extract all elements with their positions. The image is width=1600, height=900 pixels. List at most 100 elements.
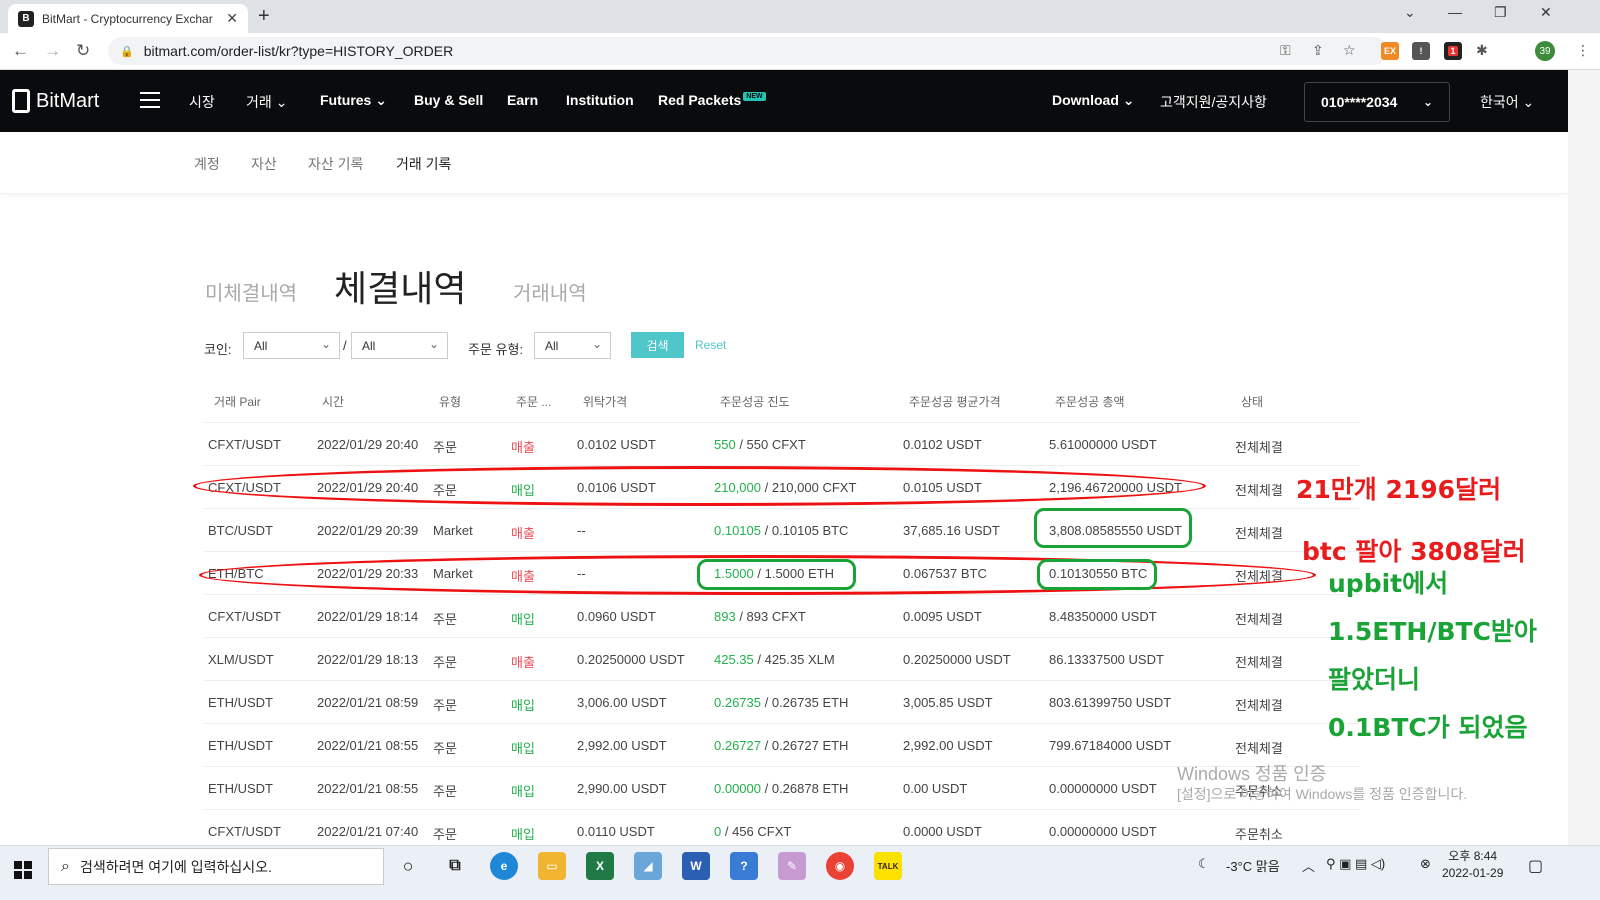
- subnav-asset-history[interactable]: 자산 기록: [308, 154, 363, 174]
- hamburger-menu-icon[interactable]: [140, 92, 160, 108]
- windows-start-icon[interactable]: [14, 861, 32, 879]
- ime-icon[interactable]: ⊗: [1420, 856, 1431, 872]
- nav-futures[interactable]: Futures ⌄: [320, 92, 387, 109]
- account-dropdown[interactable]: 010****2034 ⌄: [1304, 82, 1450, 122]
- task-view-icon[interactable]: ⧉: [441, 852, 469, 880]
- file-explorer-icon[interactable]: ▭: [538, 852, 566, 880]
- new-tab-button[interactable]: +: [258, 5, 270, 28]
- excel-icon[interactable]: X: [586, 852, 614, 880]
- tab-search-icon[interactable]: ⌄: [1404, 4, 1416, 21]
- quote-select[interactable]: All ⌄: [351, 332, 448, 359]
- puzzle-icon[interactable]: ✱: [1476, 42, 1488, 59]
- lock-icon: 🔒: [120, 45, 134, 58]
- taskbar-search-field[interactable]: ⌕ 검색하려면 여기에 입력하십시오.: [48, 848, 384, 885]
- cell-side: 매출: [511, 655, 535, 670]
- url-text: bitmart.com/order-list/kr?type=HISTORY_O…: [143, 43, 454, 59]
- extension-info-icon[interactable]: !: [1412, 42, 1430, 60]
- weather-text[interactable]: -3°C 맑음: [1226, 856, 1280, 875]
- col-header-pair: 거래 Pair: [214, 395, 261, 409]
- annotation-note: 21만개 2196달러: [1296, 475, 1502, 504]
- logo-text: BitMart: [36, 89, 100, 112]
- subnav-assets[interactable]: 자산: [251, 154, 277, 174]
- profile-avatar[interactable]: 39: [1535, 41, 1555, 61]
- restore-button[interactable]: ❐: [1494, 4, 1507, 21]
- close-window-button[interactable]: ✕: [1540, 4, 1552, 21]
- coin-select[interactable]: All ⌄: [243, 332, 340, 359]
- nav-trade[interactable]: 거래 ⌄: [246, 92, 287, 112]
- tab-close-icon[interactable]: ✕: [226, 10, 238, 27]
- back-icon[interactable]: ←: [12, 41, 29, 61]
- tab-open-orders[interactable]: 미체결내역: [205, 277, 297, 306]
- windows-activation-title: Windows 정품 인증: [1177, 764, 1327, 784]
- table-row: ETH/USDT 2022/01/21 08:59 주문 매입 3,006.00 USD…: [204, 681, 1360, 724]
- page-scrollbar[interactable]: [1568, 70, 1600, 845]
- cell-progress: 0.26735 / 0.26735 ETH: [714, 695, 848, 710]
- reload-icon[interactable]: ↻: [76, 41, 90, 61]
- cell-side: 매입: [511, 827, 535, 842]
- order-type-select[interactable]: All ⌄: [534, 332, 611, 359]
- minimize-button[interactable]: —: [1448, 4, 1462, 20]
- nav-institution[interactable]: Institution: [566, 92, 634, 108]
- cell-side: 매출: [511, 440, 535, 455]
- download-label: Download: [1052, 92, 1119, 108]
- cell-time: 2022/01/21 08:55: [317, 781, 419, 796]
- new-badge: NEW: [743, 92, 766, 101]
- bitmart-logo[interactable]: BitMart: [12, 89, 99, 113]
- search-button[interactable]: 검색: [631, 332, 684, 358]
- col-header-avg-price: 주문성공 평균가격: [909, 395, 1001, 409]
- cell-time: 2022/01/29 18:14: [317, 609, 419, 624]
- nav-red-packets[interactable]: Red Packets NEW: [658, 92, 766, 108]
- tray-icons[interactable]: ⚲ ▣ ▤ ◁): [1326, 856, 1385, 872]
- nav-support[interactable]: 고객지원/공지사항: [1160, 92, 1267, 112]
- total-qty: / 456 CFXT: [721, 824, 792, 839]
- cell-avg-price: 0.20250000 USDT: [903, 652, 1011, 667]
- url-field[interactable]: 🔒 bitmart.com/order-list/kr?type=HISTORY…: [108, 37, 1388, 65]
- notification-icon[interactable]: ▢: [1528, 856, 1543, 876]
- table-row: CFXT/USDT 2022/01/29 20:40 주문 매출 0.0102 USDT…: [204, 423, 1360, 466]
- taskbar-clock[interactable]: 오후 8:44 2022-01-29: [1442, 848, 1503, 882]
- paint-icon[interactable]: ✎: [778, 852, 806, 880]
- more-menu-icon[interactable]: ⋮: [1576, 42, 1590, 59]
- cortana-circle-icon[interactable]: ○: [394, 852, 422, 880]
- cell-status: 전체체결: [1235, 655, 1283, 670]
- cell-avg-price: 0.0095 USDT: [903, 609, 982, 624]
- extension-badge-icon[interactable]: 1: [1444, 42, 1462, 60]
- cell-progress: 425.35 / 425.35 XLM: [714, 652, 835, 667]
- coin-select-value: All: [254, 338, 268, 353]
- chrome-icon[interactable]: ◉: [826, 852, 854, 880]
- tray-chevron-up-icon[interactable]: ︿: [1302, 856, 1315, 875]
- browser-tab[interactable]: B BitMart - Cryptocurrency Exchar ✕: [8, 4, 248, 33]
- cell-time: 2022/01/21 08:59: [317, 695, 419, 710]
- cell-type: 주문: [433, 655, 457, 670]
- forward-icon[interactable]: →: [44, 41, 61, 61]
- site-header: BitMart 시장 거래 ⌄ Futures ⌄ Buy & Sell Ear…: [0, 70, 1568, 132]
- nav-buy-sell[interactable]: Buy & Sell: [414, 92, 483, 108]
- cell-total: 5.61000000 USDT: [1049, 437, 1157, 452]
- nav-download[interactable]: Download ⌄: [1052, 92, 1135, 109]
- annotation-note: 0.1BTC가 되었음: [1328, 713, 1528, 742]
- key-icon[interactable]: ⚿: [1280, 42, 1291, 59]
- nav-market[interactable]: 시장: [189, 92, 215, 112]
- hangul-icon[interactable]: ?: [730, 852, 758, 880]
- share-icon[interactable]: ⇪: [1312, 42, 1324, 59]
- cell-price: 2,992.00 USDT: [577, 738, 667, 753]
- kakaotalk-icon[interactable]: TALK: [874, 852, 902, 880]
- annotation-note: btc 팔아 3808달러: [1302, 537, 1526, 566]
- language-selector[interactable]: 한국어 ⌄: [1480, 92, 1534, 112]
- extension-ex-icon[interactable]: EX: [1381, 42, 1399, 60]
- bookmark-star-icon[interactable]: ☆: [1343, 42, 1356, 59]
- edge-icon[interactable]: e: [490, 852, 518, 880]
- word-icon[interactable]: W: [682, 852, 710, 880]
- tab-filled-orders[interactable]: 체결내역: [334, 260, 466, 312]
- subnav-trade-history[interactable]: 거래 기록: [396, 154, 451, 174]
- clock-time: 오후 8:44: [1448, 849, 1498, 863]
- cell-time: 2022/01/29 20:39: [317, 523, 419, 538]
- nav-earn[interactable]: Earn: [507, 92, 538, 108]
- order-type-label: 주문 유형:: [468, 342, 524, 357]
- filled-qty: 550: [714, 437, 736, 452]
- tab-trade-history[interactable]: 거래내역: [513, 277, 587, 306]
- cell-progress: 0 / 456 CFXT: [714, 824, 791, 839]
- subnav-account[interactable]: 계정: [194, 154, 220, 174]
- app-icon[interactable]: ◢: [634, 852, 662, 880]
- reset-link[interactable]: Reset: [695, 338, 726, 352]
